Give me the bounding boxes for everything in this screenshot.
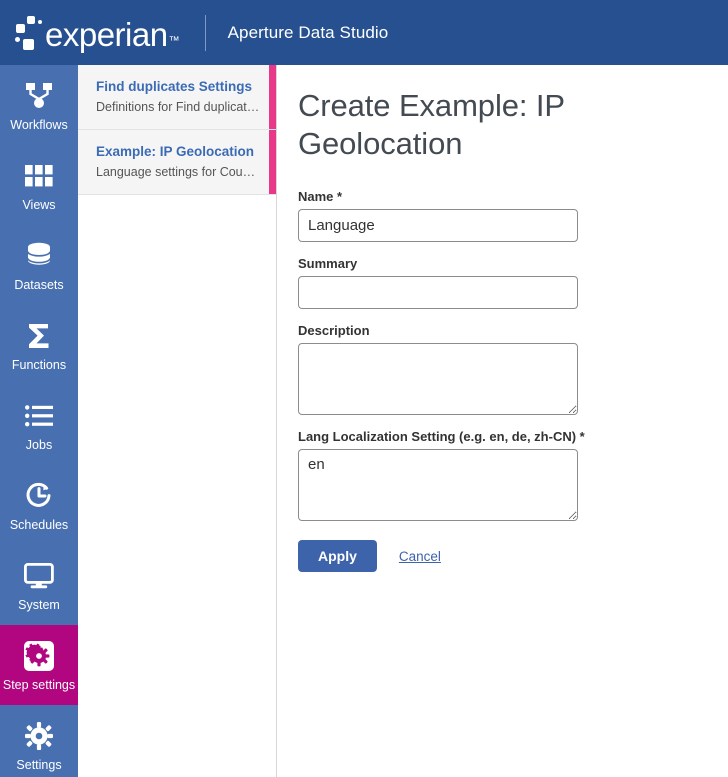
sidebar-item-datasets[interactable]: Datasets (0, 225, 78, 305)
list-item-title: Find duplicates Settings (96, 79, 253, 94)
sidebar-label-datasets: Datasets (14, 278, 64, 292)
main-content: Create Example: IP Geolocation Name * Su… (278, 65, 728, 777)
gear-boxed-icon (2, 639, 76, 673)
sidebar-item-jobs[interactable]: Jobs (0, 385, 78, 465)
field-lang-localization: Lang Localization Setting (e.g. en, de, … (298, 429, 728, 521)
sidebar-item-workflows[interactable]: Workflows (0, 65, 78, 145)
field-summary: Summary (298, 256, 728, 309)
summary-input[interactable] (298, 276, 578, 309)
gear-icon (2, 719, 76, 753)
form-actions: Apply Cancel (298, 540, 728, 572)
field-label-name: Name * (298, 189, 343, 204)
sidebar-item-settings[interactable]: Settings (0, 705, 78, 777)
sidebar-label-views: Views (22, 198, 56, 212)
field-name: Name * (298, 189, 728, 242)
apply-button[interactable]: Apply (298, 540, 377, 572)
database-icon (2, 239, 76, 273)
workflow-icon (2, 79, 76, 113)
grid-icon (2, 159, 76, 193)
list-item-title: Example: IP Geolocation (96, 144, 255, 159)
page-title: Create Example: IP Geolocation (298, 88, 565, 161)
list-item-subtitle: Language settings for Coun… (96, 165, 260, 179)
cancel-button[interactable]: Cancel (399, 549, 441, 564)
list-item[interactable]: Example: IP Geolocation Language setting… (78, 130, 276, 195)
clock-refresh-icon (2, 479, 76, 513)
logo-wordmark: experian (45, 16, 168, 53)
sidebar-label-system: System (18, 598, 60, 612)
sidebar-item-system[interactable]: System (0, 545, 78, 625)
monitor-icon (2, 559, 76, 593)
sidebar-label-schedules: Schedules (9, 518, 69, 532)
sidebar-item-functions[interactable]: Functions (0, 305, 78, 385)
sidebar-label-settings: Settings (16, 758, 62, 772)
field-label-summary: Summary (298, 256, 358, 271)
field-label-description: Description (298, 323, 370, 338)
experian-logo: experian ™ (14, 0, 180, 65)
sidebar-label-workflows: Workflows (10, 118, 68, 132)
description-textarea[interactable] (298, 343, 578, 415)
field-description: Description (298, 323, 728, 415)
list-icon (2, 399, 76, 433)
settings-list-panel: Find duplicates Settings Definitions for… (78, 65, 277, 777)
app-header: experian ™ Aperture Data Studio (0, 0, 728, 65)
app-title: Aperture Data Studio (227, 22, 389, 42)
field-label-lang-localization: Lang Localization Setting (e.g. en, de, … (298, 429, 585, 444)
logo-trademark: ™ (168, 34, 180, 47)
experian-dots-icon (14, 15, 44, 51)
sidebar-item-schedules[interactable]: Schedules (0, 465, 78, 545)
list-item-subtitle: Definitions for Find duplicat… (96, 100, 260, 114)
lang-localization-textarea[interactable] (298, 449, 578, 521)
app-root: experian ™ Aperture Data Studio Workflow… (0, 0, 728, 777)
sidebar-label-jobs: Jobs (25, 438, 53, 452)
selection-accent-bar (269, 65, 276, 129)
sidebar-rail: Workflows Views Datasets Functions Jobs … (0, 65, 78, 777)
list-panel-empty-area (78, 195, 276, 777)
name-input[interactable] (298, 209, 578, 242)
sidebar-label-step-settings: Step settings (2, 678, 76, 692)
sidebar-label-functions: Functions (11, 358, 67, 372)
header-divider (204, 14, 206, 51)
sidebar-item-step-settings[interactable]: Step settings (0, 625, 78, 705)
sigma-icon (2, 319, 76, 353)
list-item[interactable]: Find duplicates Settings Definitions for… (78, 65, 276, 130)
sidebar-item-views[interactable]: Views (0, 145, 78, 225)
selection-accent-bar (269, 130, 276, 194)
